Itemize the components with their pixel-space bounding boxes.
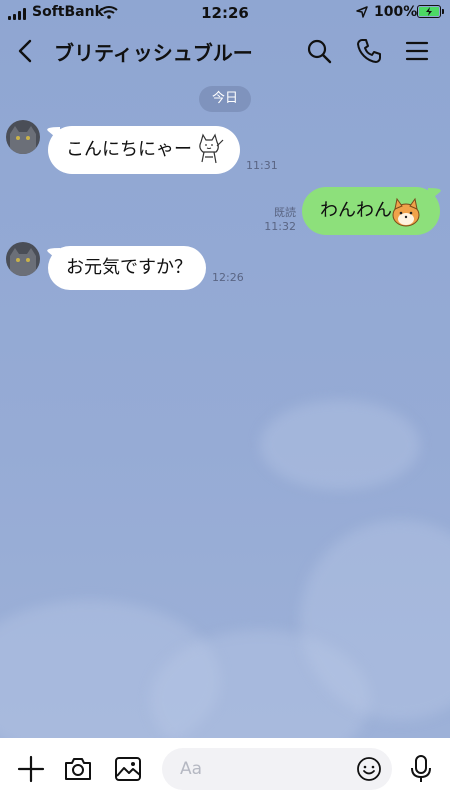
location-arrow-icon — [356, 6, 368, 18]
battery-percent: 100% — [374, 4, 418, 20]
message-input[interactable]: Aa — [162, 748, 392, 790]
message-input-bar: Aa — [0, 738, 450, 800]
message-text: お元気ですか？ — [66, 257, 192, 278]
message-time: 11:32 — [264, 220, 296, 233]
microphone-icon[interactable] — [406, 754, 436, 784]
avatar[interactable] — [6, 242, 40, 276]
battery-icon — [417, 5, 444, 18]
dog-sticker-icon — [392, 197, 420, 227]
plus-icon[interactable] — [16, 754, 46, 784]
read-receipt: 既読 — [274, 206, 296, 219]
search-icon[interactable] — [305, 37, 333, 65]
bubble-tail — [428, 188, 441, 202]
avatar[interactable] — [6, 120, 40, 154]
message-input-placeholder: Aa — [180, 759, 203, 779]
date-separator: 今日 — [199, 86, 251, 112]
message-bubble[interactable]: わんわん — [302, 187, 440, 235]
cat-sticker-icon — [199, 133, 224, 164]
image-icon[interactable] — [113, 754, 143, 784]
camera-icon[interactable] — [63, 754, 93, 784]
chat-header: ブリティッシュブルー — [0, 26, 450, 76]
message-time: 12:26 — [212, 271, 244, 284]
message-time: 11:31 — [246, 159, 278, 172]
emoji-icon[interactable] — [356, 756, 382, 782]
message-bubble[interactable]: お元気ですか？ — [48, 246, 206, 290]
message-bubble[interactable]: こんにちにゃー — [48, 126, 240, 174]
menu-icon[interactable] — [403, 37, 431, 65]
message-text: こんにちにゃー — [66, 139, 192, 160]
chat-title: ブリティッシュブルー — [54, 41, 253, 65]
phone-icon[interactable] — [355, 37, 383, 65]
status-bar: SoftBank 12:26 100% — [0, 0, 450, 26]
message-text: わんわん — [320, 200, 392, 221]
back-chevron-icon[interactable] — [12, 37, 40, 65]
